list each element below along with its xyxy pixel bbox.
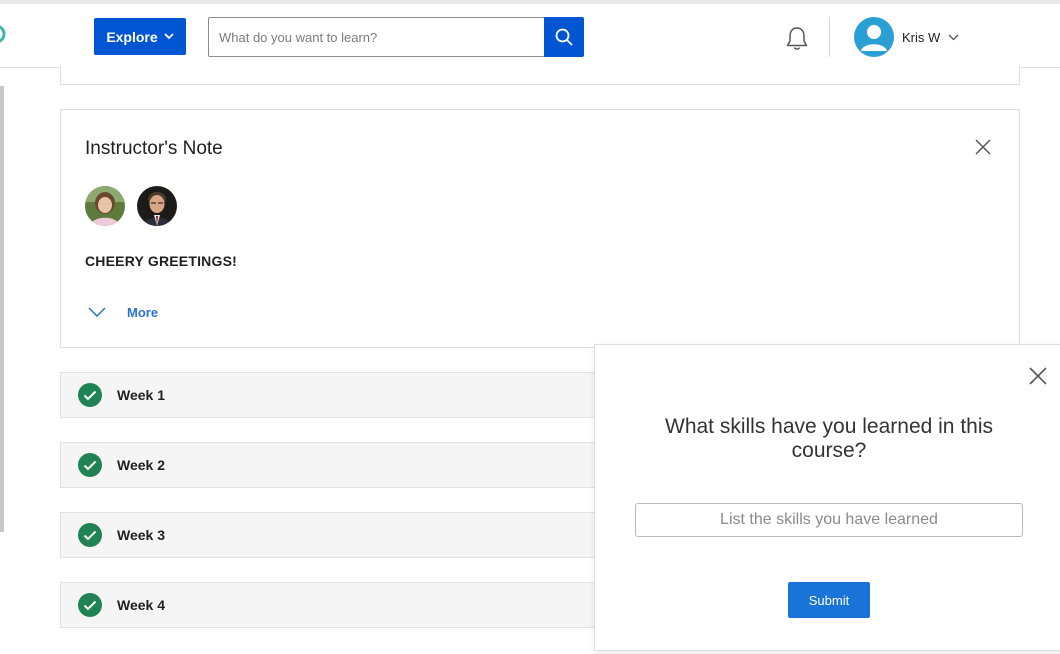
search-icon xyxy=(555,28,573,46)
instructor-avatar xyxy=(85,186,125,226)
user-menu[interactable]: Kris W xyxy=(854,17,959,57)
note-greeting: CHEERY GREETINGS! xyxy=(85,253,237,269)
more-toggle[interactable]: More xyxy=(85,300,158,324)
chevron-down-icon xyxy=(85,300,109,324)
left-scroll-rail xyxy=(0,86,4,532)
week-label: Week 2 xyxy=(117,457,165,473)
instructor-avatar xyxy=(137,186,177,226)
explore-label: Explore xyxy=(106,28,158,45)
instructor-photo xyxy=(137,186,177,226)
chevron-down-icon xyxy=(948,34,959,40)
skills-input[interactable] xyxy=(635,503,1023,537)
search-bar xyxy=(208,17,584,57)
check-icon xyxy=(78,523,102,547)
check-icon xyxy=(78,453,102,477)
top-header: Explore Kris W xyxy=(0,4,1060,68)
search-button[interactable] xyxy=(544,17,584,57)
submit-button[interactable]: Submit xyxy=(788,582,870,618)
check-icon xyxy=(78,383,102,407)
close-icon[interactable] xyxy=(973,137,993,157)
check-icon xyxy=(78,593,102,617)
note-title: Instructor's Note xyxy=(85,138,223,159)
more-label: More xyxy=(127,304,159,320)
search-input[interactable] xyxy=(208,17,544,57)
previous-card xyxy=(60,66,1020,85)
bell-icon xyxy=(786,27,808,50)
logo-icon[interactable] xyxy=(0,24,8,50)
user-name: Kris W xyxy=(902,29,941,45)
week-label: Week 4 xyxy=(117,597,165,613)
user-icon xyxy=(861,25,887,51)
close-icon[interactable] xyxy=(1027,365,1049,387)
chevron-down-icon xyxy=(164,33,174,40)
week-label: Week 1 xyxy=(117,387,165,403)
notifications-button[interactable] xyxy=(783,25,811,53)
instructor-note-card: Instructor's Note CHEERY GREETINGS! More xyxy=(60,109,1020,348)
instructor-photo xyxy=(85,186,125,226)
explore-button[interactable]: Explore xyxy=(94,18,186,55)
user-avatar xyxy=(854,17,894,57)
skills-popup: What skills have you learned in this cou… xyxy=(594,344,1060,651)
header-divider xyxy=(829,17,830,57)
week-label: Week 3 xyxy=(117,527,165,543)
skills-question: What skills have you learned in this cou… xyxy=(665,415,993,462)
